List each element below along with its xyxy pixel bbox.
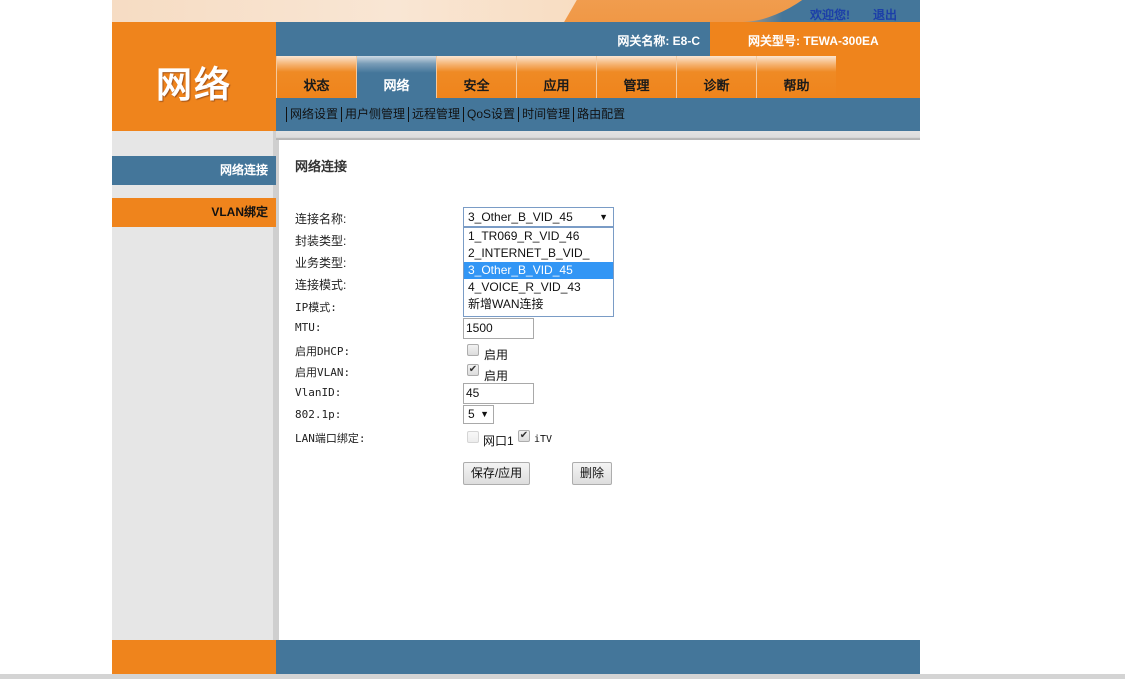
tab-management[interactable]: 管理	[596, 56, 676, 98]
check-icon: ✔	[468, 364, 478, 375]
tab-label: 管理	[623, 78, 650, 93]
sidebar-item-vlan-binding[interactable]: VLAN绑定	[112, 198, 276, 227]
window-bottom-edge	[0, 674, 1125, 679]
subnav-time-management[interactable]: 时间管理	[518, 107, 573, 122]
tabs-filler	[836, 56, 920, 98]
vlan-id-input[interactable]: 45	[463, 383, 534, 404]
tab-label: 网络	[383, 78, 410, 93]
itv-checkbox[interactable]: ✔	[518, 430, 530, 442]
tab-security[interactable]: 安全	[436, 56, 516, 98]
vlan-id-label: VlanID:	[295, 386, 342, 399]
tab-label: 诊断	[703, 78, 730, 93]
subnav-qos-settings[interactable]: QoS设置	[463, 107, 518, 122]
dropdown-option[interactable]: 4_VOICE_R_VID_43	[464, 279, 613, 296]
ip-mode-label: IP模式:	[295, 301, 337, 314]
section-title: 网络	[155, 64, 232, 105]
dropdown-option[interactable]: 新增WAN连接	[464, 296, 613, 313]
connection-name-select[interactable]: 3_Other_B_VID_45 ▼	[463, 207, 614, 227]
footer-left	[112, 640, 276, 674]
tab-label: 应用	[543, 78, 570, 93]
dot1p-label: 802.1p:	[295, 408, 342, 421]
tab-status[interactable]: 状态	[276, 56, 356, 98]
sidebar: 网络连接 VLAN绑定	[112, 131, 276, 640]
dhcp-checkbox-label: 启用	[484, 348, 509, 362]
main-tabs: 状态 网络 安全 应用 管理 诊断 帮助	[276, 56, 836, 98]
select-value: 5	[468, 407, 475, 421]
subnav-user-side-management[interactable]: 用户侧管理	[341, 107, 408, 122]
banner-decoration	[564, 0, 840, 22]
mtu-label: MTU:	[295, 321, 322, 334]
chevron-down-icon: ▼	[599, 212, 608, 222]
delete-button[interactable]: 删除	[572, 462, 612, 485]
connection-name-label: 连接名称:	[295, 212, 347, 226]
dropdown-option-selected[interactable]: 3_Other_B_VID_45	[464, 262, 613, 279]
router-admin-page: 欢迎您! 退出 网络 网关名称: E8-C 网关型号: TEWA-300EA 状…	[112, 0, 920, 674]
tab-application[interactable]: 应用	[516, 56, 596, 98]
vlan-checkbox[interactable]: ✔	[467, 364, 479, 376]
check-icon: ✔	[519, 430, 529, 441]
lan-binding-label: LAN端口绑定:	[295, 432, 366, 445]
select-value: 3_Other_B_VID_45	[468, 210, 573, 224]
sidebar-item-network-connection[interactable]: 网络连接	[112, 156, 276, 185]
tab-help[interactable]: 帮助	[756, 56, 836, 98]
dropdown-option[interactable]: 2_INTERNET_B_VID_	[464, 245, 613, 262]
welcome-text: 欢迎您!	[810, 8, 850, 22]
tab-label: 安全	[463, 78, 490, 93]
vlan-checkbox-label: 启用	[484, 369, 509, 383]
tab-label: 帮助	[783, 78, 810, 93]
top-banner: 欢迎您! 退出	[112, 0, 920, 22]
dropdown-option[interactable]: 1_TR069_R_VID_46	[464, 228, 613, 245]
logout-link[interactable]: 退出	[873, 6, 897, 22]
gateway-name: 网关名称: E8-C	[617, 34, 700, 48]
tab-network[interactable]: 网络	[356, 56, 436, 98]
enable-dhcp-label: 启用DHCP:	[295, 345, 351, 358]
gateway-model: 网关型号: TEWA-300EA	[748, 34, 879, 48]
page-title: 网络连接	[295, 159, 348, 174]
gateway-info-bar: 网关名称: E8-C	[276, 22, 710, 56]
footer-right	[276, 640, 920, 674]
subnav-route-config[interactable]: 路由配置	[573, 107, 628, 122]
encapsulation-label: 封装类型:	[295, 234, 347, 248]
dhcp-checkbox[interactable]	[467, 344, 479, 356]
dot1p-select[interactable]: 5 ▼	[463, 405, 494, 424]
save-apply-button[interactable]: 保存/应用	[463, 462, 530, 485]
tab-diagnostics[interactable]: 诊断	[676, 56, 756, 98]
section-logo: 网络	[112, 22, 276, 131]
tab-label: 状态	[303, 78, 330, 93]
header-separator	[276, 131, 920, 140]
lan-port1-checkbox[interactable]	[467, 431, 479, 443]
service-type-label: 业务类型:	[295, 256, 347, 270]
main-content: 网络连接 连接名称: 封装类型: 业务类型: 连接模式: IP模式: MTU: …	[276, 140, 920, 640]
chevron-down-icon: ▼	[480, 409, 489, 419]
lan-port1-label: 网口1	[483, 434, 514, 448]
itv-label: iTV	[534, 434, 553, 445]
connection-mode-label: 连接模式:	[295, 278, 347, 292]
subnav-remote-management[interactable]: 远程管理	[408, 107, 463, 122]
subnav-network-settings[interactable]: 网络设置	[286, 107, 341, 122]
enable-vlan-label: 启用VLAN:	[295, 366, 351, 379]
connection-dropdown-list: 1_TR069_R_VID_46 2_INTERNET_B_VID_ 3_Oth…	[463, 227, 614, 317]
sub-navigation: 网络设置 用户侧管理 远程管理 QoS设置 时间管理 路由配置	[276, 98, 920, 131]
mtu-input[interactable]: 1500	[463, 318, 534, 339]
